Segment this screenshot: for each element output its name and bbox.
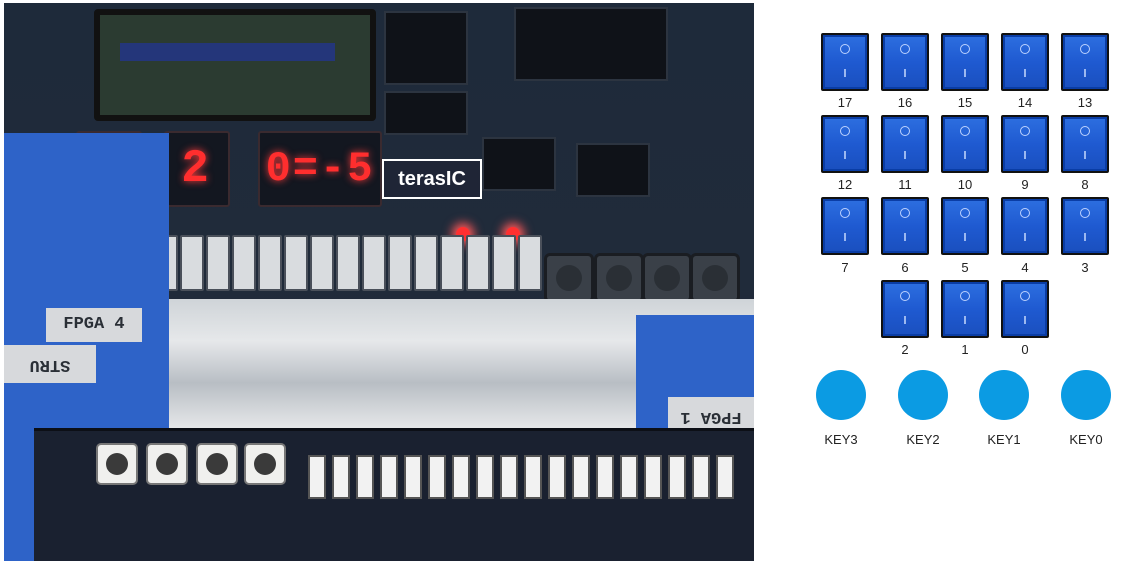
switch-14[interactable] — [1001, 33, 1049, 91]
slide-switch — [258, 235, 282, 291]
key-label: KEY0 — [1069, 432, 1103, 447]
switch-12[interactable] — [821, 115, 869, 173]
slide-switch — [596, 455, 614, 499]
switch-label: 12 — [837, 177, 853, 192]
slide-switch — [548, 455, 566, 499]
key1-button[interactable] — [979, 370, 1029, 420]
switch-label: 6 — [901, 260, 909, 275]
slide-switch — [620, 455, 638, 499]
push-button — [642, 253, 692, 303]
lcd-row — [120, 43, 335, 61]
slide-switch — [232, 235, 256, 291]
fpga-chip — [514, 7, 668, 81]
switch-label: 4 — [1021, 260, 1029, 275]
slide-switch — [572, 455, 590, 499]
switch-8[interactable] — [1061, 115, 1109, 173]
switch-0[interactable] — [1001, 280, 1049, 338]
slide-switch — [524, 455, 542, 499]
slide-switch — [362, 235, 386, 291]
stru-tag: STRU — [4, 345, 96, 383]
fpga4-tag: FPGA 4 — [46, 308, 142, 342]
brand-logo: terasIC — [382, 159, 482, 199]
slide-switch — [336, 235, 360, 291]
slide-switch — [388, 235, 412, 291]
switch-17[interactable] — [821, 33, 869, 91]
memory-chip — [384, 91, 468, 135]
switch-2[interactable] — [881, 280, 929, 338]
slide-switch — [404, 455, 422, 499]
switch-1[interactable] — [941, 280, 989, 338]
push-button — [544, 253, 594, 303]
switch-label: 13 — [1077, 95, 1093, 110]
push-button — [146, 443, 188, 485]
slide-switch — [180, 235, 204, 291]
slide-switch — [492, 235, 516, 291]
slide-switch — [518, 235, 542, 291]
key-label: KEY2 — [906, 432, 940, 447]
push-button — [196, 443, 238, 485]
switch-5[interactable] — [941, 197, 989, 255]
camera-feed: -7 2 0=-5 terasIC FPGA 4 STRU FPGA 1 — [4, 3, 754, 561]
switch-3[interactable] — [1061, 197, 1109, 255]
switch-10[interactable] — [941, 115, 989, 173]
push-button — [594, 253, 644, 303]
switch-label: 9 — [1021, 177, 1029, 192]
switch-label: 15 — [957, 95, 973, 110]
slide-switch — [692, 455, 710, 499]
key-label: KEY3 — [824, 432, 858, 447]
switch-label: 1 — [961, 342, 969, 357]
slide-switch — [284, 235, 308, 291]
slide-switch — [308, 455, 326, 499]
slide-switch — [414, 235, 438, 291]
key0-button[interactable] — [1061, 370, 1111, 420]
push-button — [244, 443, 286, 485]
switch-label: 17 — [837, 95, 853, 110]
switch-label: 3 — [1081, 260, 1089, 275]
switch-16[interactable] — [881, 33, 929, 91]
seven-segment-display: 0=-5 — [258, 131, 382, 207]
slide-switch — [440, 235, 464, 291]
switch-label: 0 — [1021, 342, 1029, 357]
switch-label: 8 — [1081, 177, 1089, 192]
switch-13[interactable] — [1061, 33, 1109, 91]
key2-button[interactable] — [898, 370, 948, 420]
switch-label: 16 — [897, 95, 913, 110]
slide-switch — [356, 455, 374, 499]
slide-switch — [466, 235, 490, 291]
slide-switch — [644, 455, 662, 499]
switch-9[interactable] — [1001, 115, 1049, 173]
switch-label: 2 — [901, 342, 909, 357]
switch-15[interactable] — [941, 33, 989, 91]
memory-chip — [384, 11, 468, 85]
lcd-display — [94, 9, 376, 121]
switch-label: 11 — [898, 177, 912, 192]
chip — [576, 143, 650, 197]
slide-switch — [668, 455, 686, 499]
switch-6[interactable] — [881, 197, 929, 255]
slide-switch — [500, 455, 518, 499]
key3-button[interactable] — [816, 370, 866, 420]
switch-label: 5 — [961, 260, 969, 275]
chip — [482, 137, 556, 191]
switch-label: 10 — [957, 177, 973, 192]
slide-switch — [310, 235, 334, 291]
slide-switch — [716, 455, 734, 499]
slide-switch — [332, 455, 350, 499]
slide-switch — [452, 455, 470, 499]
push-button — [96, 443, 138, 485]
slide-switch — [206, 235, 230, 291]
seven-segment-display: 2 — [164, 131, 230, 207]
switch-4[interactable] — [1001, 197, 1049, 255]
control-panel: 17 16 15 14 13 12 11 10 9 8 7 6 5 4 3 2 … — [800, 0, 1123, 566]
slide-switch — [380, 455, 398, 499]
switch-7[interactable] — [821, 197, 869, 255]
slide-switch — [476, 455, 494, 499]
switch-11[interactable] — [881, 115, 929, 173]
key-label: KEY1 — [987, 432, 1021, 447]
switch-label: 7 — [841, 260, 849, 275]
switch-label: 14 — [1017, 95, 1033, 110]
slide-switch — [428, 455, 446, 499]
push-button — [690, 253, 740, 303]
